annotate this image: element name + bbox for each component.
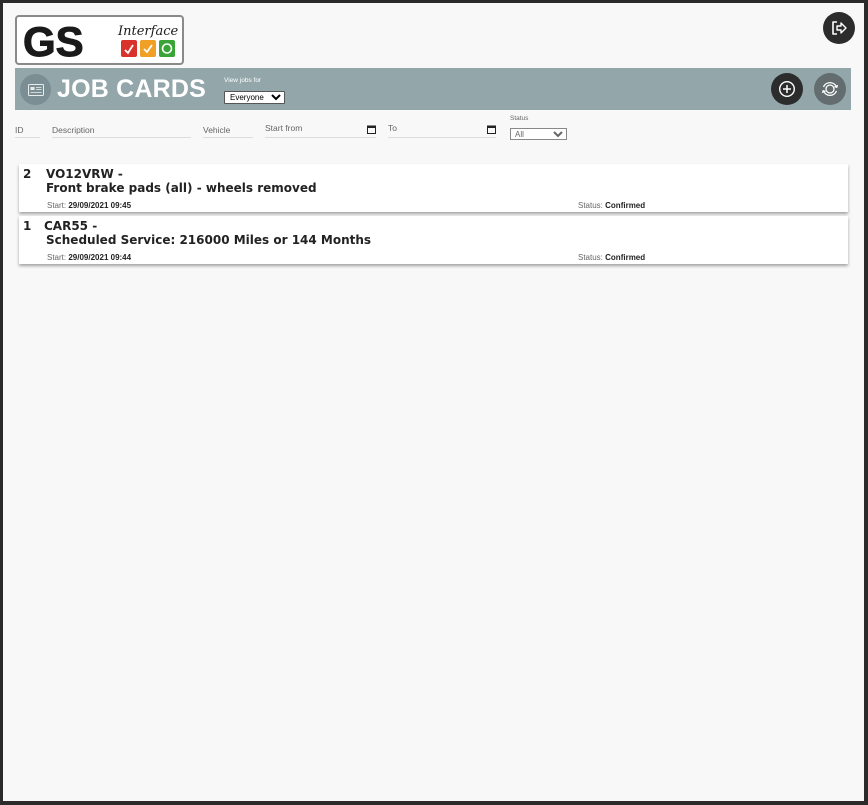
job-vehicle-reg: VO12VRW - — [46, 167, 123, 181]
view-jobs-filter: View jobs for Everyone — [224, 77, 285, 104]
job-status-value: Confirmed — [605, 201, 646, 210]
job-vehicle-reg: CAR55 - — [44, 219, 98, 233]
job-description: Front brake pads (all) - wheels removed — [46, 181, 317, 195]
svg-text:Interface: Interface — [117, 24, 178, 39]
job-card-icon — [20, 74, 51, 105]
logout-icon — [832, 21, 847, 35]
job-description: Scheduled Service: 216000 Miles or 144 M… — [46, 233, 372, 247]
job-status-label: Status: — [578, 201, 603, 210]
to-date-input[interactable]: To — [388, 123, 496, 138]
job-start-label: Start: — [47, 253, 67, 262]
job-start: Start: 29/09/2021 09:45 — [47, 201, 131, 210]
calendar-icon[interactable] — [367, 125, 376, 136]
status-select[interactable]: All — [510, 128, 567, 140]
job-start: Start: 29/09/2021 09:44 — [47, 253, 131, 262]
start-from-date-input[interactable]: Start from — [265, 123, 376, 138]
header-bar: JOB CARDS View jobs for Everyone — [15, 68, 851, 110]
logout-button[interactable] — [823, 12, 855, 44]
view-jobs-label: View jobs for — [224, 77, 262, 84]
job-id: 1 — [23, 219, 32, 233]
sync-button[interactable] — [814, 73, 846, 105]
page-title: JOB CARDS — [57, 75, 207, 103]
job-status-label: Status: — [578, 253, 603, 262]
job-start-value: 29/09/2021 09:45 — [68, 201, 132, 210]
job-card[interactable]: 2 VO12VRW - Front brake pads (all) - whe… — [19, 164, 848, 212]
gs-interface-logo: GS Interface — [15, 15, 184, 65]
sync-icon — [821, 81, 839, 97]
id-filter-input[interactable] — [15, 123, 40, 138]
calendar-icon[interactable] — [487, 125, 496, 136]
view-jobs-select[interactable]: Everyone — [224, 91, 285, 104]
status-filter-label: Status — [510, 115, 529, 122]
add-job-button[interactable] — [771, 73, 803, 105]
description-filter-input[interactable] — [52, 123, 191, 138]
job-start-label: Start: — [47, 201, 67, 210]
app-frame: GS Interface JOB CARDS View jobs for Eve… — [3, 3, 864, 801]
start-from-label: Start from — [265, 123, 303, 133]
vehicle-filter-input[interactable] — [203, 123, 253, 138]
job-status: Status: Confirmed — [578, 253, 645, 262]
svg-text:GS: GS — [23, 18, 84, 63]
job-status-value: Confirmed — [605, 253, 646, 262]
job-id: 2 — [23, 167, 32, 181]
to-label: To — [388, 123, 397, 133]
job-card[interactable]: 1 CAR55 - Scheduled Service: 216000 Mile… — [19, 216, 848, 264]
status-filter: Status All — [510, 115, 567, 141]
job-start-value: 29/09/2021 09:44 — [68, 253, 132, 262]
job-status: Status: Confirmed — [578, 201, 645, 210]
plus-circle-icon — [778, 80, 796, 98]
